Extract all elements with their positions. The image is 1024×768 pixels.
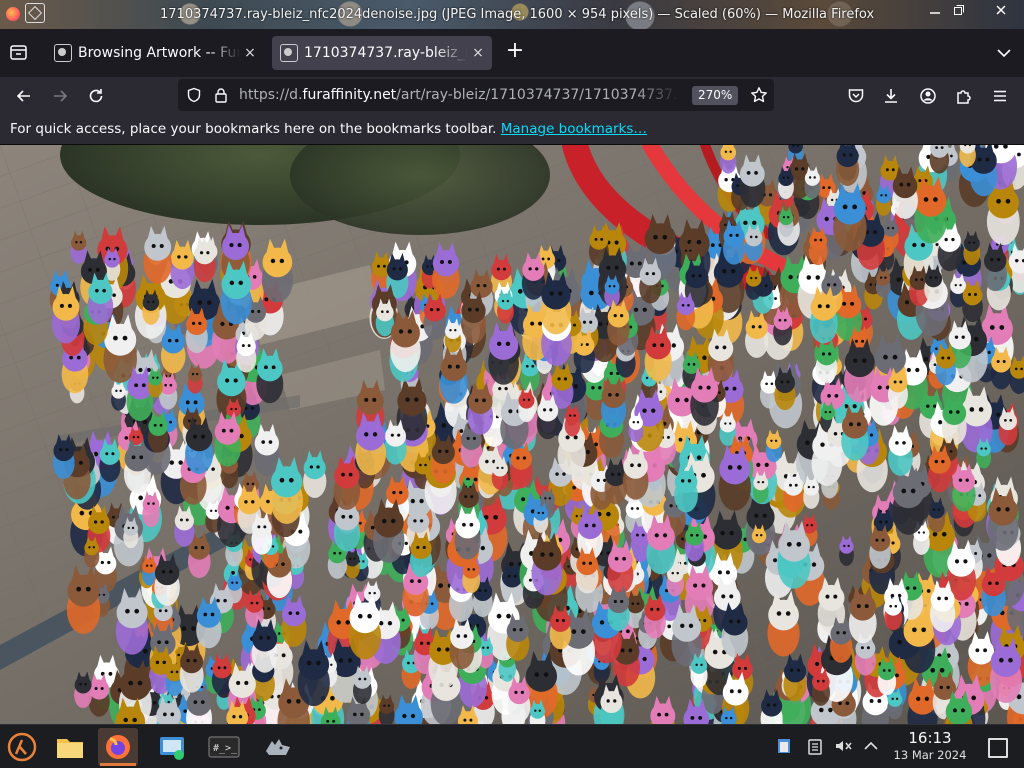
close-icon <box>996 5 1006 15</box>
wolf-app-icon <box>266 739 290 755</box>
taskbar: #_>_ 16:13 13 Mar 2024 <box>0 724 1024 768</box>
download-icon <box>885 89 897 103</box>
clipboard-manager-tray[interactable] <box>806 737 824 755</box>
task-firefox[interactable] <box>98 728 138 766</box>
furaffinity-favicon-icon <box>280 44 298 62</box>
account-button[interactable] <box>915 83 941 109</box>
hamburger-menu-icon <box>994 90 1006 102</box>
window-titlebar: 1710374737.ray-bleiz_nfc2024denoise.jpg … <box>0 0 1024 29</box>
system-settings-icon <box>160 737 184 760</box>
app-menu-button[interactable] <box>987 83 1013 109</box>
tab-overview-icon <box>10 45 27 60</box>
application-launcher[interactable] <box>2 728 42 766</box>
tab-image[interactable]: 1710374737.ray-bleiz_nfc2024denoise.jpg … <box>272 36 492 70</box>
clock-date: 13 Mar 2024 <box>893 748 967 762</box>
task-file-manager[interactable] <box>50 728 90 766</box>
terminal-icon: #_>_ <box>208 736 240 758</box>
clock-time: 16:13 <box>908 729 952 747</box>
tray-expand-button[interactable] <box>862 737 880 755</box>
pocket-icon <box>848 89 864 103</box>
bookmarks-toolbar: For quick access, place your bookmarks h… <box>0 115 1024 145</box>
account-icon <box>920 88 936 104</box>
bookmarks-hint-text: For quick access, place your bookmarks h… <box>10 121 497 137</box>
firefox-icon <box>6 7 20 21</box>
clipboard-tray[interactable] <box>776 737 794 755</box>
bookmark-star-icon[interactable] <box>750 86 768 108</box>
tab-label: 1710374737.ray-bleiz_nfc2024denoise.jpg <box>304 45 468 61</box>
maximize-button[interactable] <box>948 3 970 21</box>
volume-muted-icon <box>836 741 852 751</box>
window-title: 1710374737.ray-bleiz_nfc2024denoise.jpg … <box>160 7 875 22</box>
file-manager-icon <box>57 739 83 758</box>
task-terminal[interactable]: #_>_ <box>204 728 244 766</box>
halflife-launcher-icon <box>7 732 37 762</box>
address-bar[interactable]: https://d.furaffinity.net/art/ray-bleiz/… <box>178 79 774 111</box>
clipboard-icon <box>778 739 790 753</box>
arrow-left-icon <box>16 90 30 102</box>
zoom-level-button[interactable]: 270% <box>692 86 739 105</box>
url-prefix: https://d. <box>239 87 303 103</box>
tab-browsing-artwork[interactable]: Browsing Artwork -- Fur Affinity × <box>46 36 264 70</box>
volume-tray[interactable] <box>834 737 852 755</box>
chevron-down-icon <box>997 49 1011 58</box>
digital-clock[interactable]: 16:13 13 Mar 2024 <box>888 729 972 763</box>
tracking-protection-shield-icon[interactable] <box>186 87 202 107</box>
close-tab-button[interactable]: × <box>240 45 260 61</box>
arrow-right-icon <box>54 90 68 102</box>
downloads-button[interactable] <box>878 83 904 109</box>
list-all-tabs-button[interactable] <box>8 41 30 63</box>
close-window-button[interactable] <box>990 3 1012 21</box>
url-domain: furaffinity.net <box>302 87 397 103</box>
forward-button[interactable] <box>47 83 73 109</box>
close-tab-button[interactable]: × <box>468 45 488 61</box>
app-menu-icon[interactable] <box>25 3 45 23</box>
reload-icon <box>89 89 103 103</box>
tab-bar: Browsing Artwork -- Fur Affinity × 17103… <box>0 29 1024 77</box>
image-viewer[interactable] <box>0 145 1024 724</box>
lock-icon[interactable] <box>214 87 228 107</box>
firefox-icon <box>106 735 130 759</box>
manage-bookmarks-link[interactable]: Manage bookmarks… <box>501 121 647 137</box>
minimize-icon <box>930 12 940 14</box>
minimize-button[interactable] <box>924 3 946 21</box>
group-photo-image[interactable] <box>0 145 1024 724</box>
terminal-label: #_>_ <box>213 743 238 754</box>
back-button[interactable] <box>11 83 37 109</box>
url-path: /art/ray-bleiz/1710374737/1710374737.ray… <box>396 87 679 103</box>
task-system-settings[interactable] <box>152 728 192 766</box>
maximize-icon <box>954 5 964 15</box>
navigation-toolbar: https://d.furaffinity.net/art/ray-bleiz/… <box>0 77 1024 115</box>
show-desktop-button[interactable] <box>988 738 1008 758</box>
pocket-button[interactable] <box>843 83 869 109</box>
chevron-up-icon <box>864 741 878 750</box>
tab-list-button[interactable] <box>994 43 1014 63</box>
clipboard-list-icon <box>808 739 822 755</box>
task-wolf-app[interactable] <box>258 728 298 766</box>
puzzle-icon <box>957 90 971 104</box>
tab-label: Browsing Artwork -- Fur Affinity <box>78 45 240 61</box>
url-text[interactable]: https://d.furaffinity.net/art/ray-bleiz/… <box>239 87 679 103</box>
reload-button[interactable] <box>83 83 109 109</box>
new-tab-button[interactable]: + <box>504 39 526 65</box>
furaffinity-favicon-icon <box>54 44 72 62</box>
extensions-button[interactable] <box>951 83 977 109</box>
